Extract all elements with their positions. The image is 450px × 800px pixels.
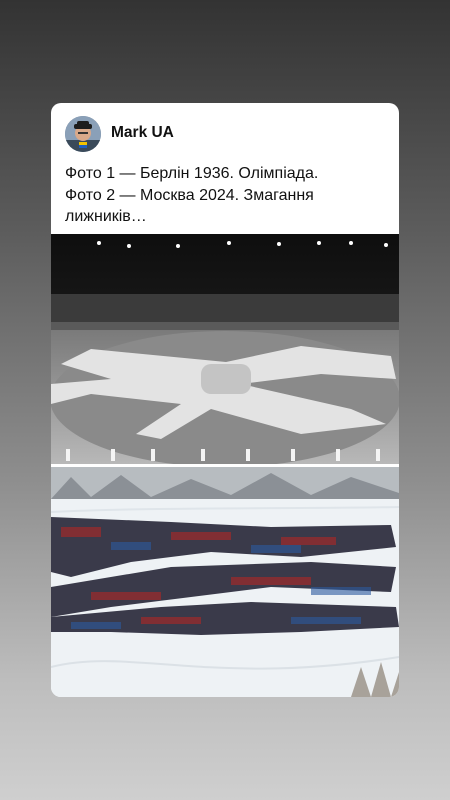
- post-text: Фото 1 — Берлін 1936. Олімпіада. Фото 2 …: [65, 163, 385, 228]
- photo-berlin-image: [51, 234, 399, 464]
- avatar-image: [65, 116, 101, 152]
- avatar[interactable]: [65, 116, 101, 152]
- post-header: Mark UA: [51, 103, 399, 163]
- post-text-line: лижників…: [65, 208, 147, 225]
- author-name[interactable]: Mark UA: [111, 124, 174, 142]
- post-text-line: Фото 1 — Берлін 1936. Олімпіада.: [65, 165, 319, 182]
- photo-berlin[interactable]: [51, 234, 399, 464]
- photo-moscow[interactable]: [51, 467, 399, 697]
- post-text-line: Фото 2 — Москва 2024. Змагання: [65, 186, 314, 204]
- photo-moscow-image: [51, 467, 399, 697]
- post-card: Mark UA Фото 1 — Берлін 1936. Олімпіада.…: [51, 103, 399, 697]
